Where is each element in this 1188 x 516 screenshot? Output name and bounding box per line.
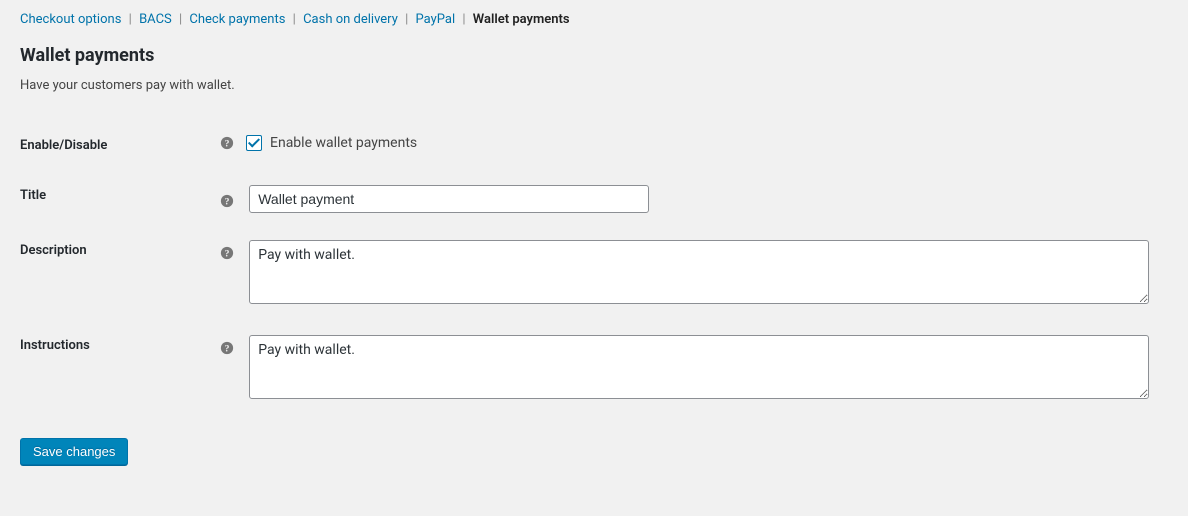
subnav-check-payments[interactable]: Check payments [189, 12, 285, 27]
enable-wallet-checkbox[interactable] [246, 135, 262, 151]
separator: | [462, 12, 465, 27]
page-title: Wallet payments [20, 45, 1168, 66]
svg-text:?: ? [225, 196, 230, 207]
help-icon[interactable]: ? [220, 136, 234, 150]
subnav-wallet-payments: Wallet payments [473, 12, 570, 27]
svg-text:?: ? [225, 139, 230, 150]
svg-text:?: ? [225, 249, 230, 260]
separator: | [179, 12, 182, 27]
separator: | [129, 12, 132, 27]
separator: | [405, 12, 408, 27]
title-input[interactable] [249, 185, 649, 213]
enable-disable-label: Enable/Disable [20, 123, 220, 173]
subnav-checkout-options[interactable]: Checkout options [20, 12, 121, 27]
submit-row: Save changes [20, 438, 1168, 465]
separator: | [293, 12, 296, 27]
instructions-textarea[interactable] [249, 335, 1149, 399]
subnav-cash-on-delivery[interactable]: Cash on delivery [303, 12, 398, 27]
subnav-bacs[interactable]: BACS [139, 12, 172, 27]
save-changes-button[interactable]: Save changes [20, 438, 128, 465]
instructions-label: Instructions [20, 323, 220, 418]
description-label: Description [20, 228, 220, 323]
help-icon[interactable]: ? [220, 246, 234, 260]
page-description: Have your customers pay with wallet. [20, 78, 1168, 93]
payment-subnav: Checkout options | BACS | Check payments… [20, 10, 1168, 27]
description-textarea[interactable] [249, 240, 1149, 304]
title-label: Title [20, 173, 220, 228]
svg-text:?: ? [225, 344, 230, 355]
subnav-paypal[interactable]: PayPal [416, 12, 456, 27]
help-icon[interactable]: ? [220, 341, 234, 355]
help-icon[interactable]: ? [220, 194, 234, 208]
settings-form-table: Enable/Disable ? Enable wallet payments … [20, 123, 1168, 418]
enable-wallet-checkbox-label: Enable wallet payments [270, 135, 417, 151]
